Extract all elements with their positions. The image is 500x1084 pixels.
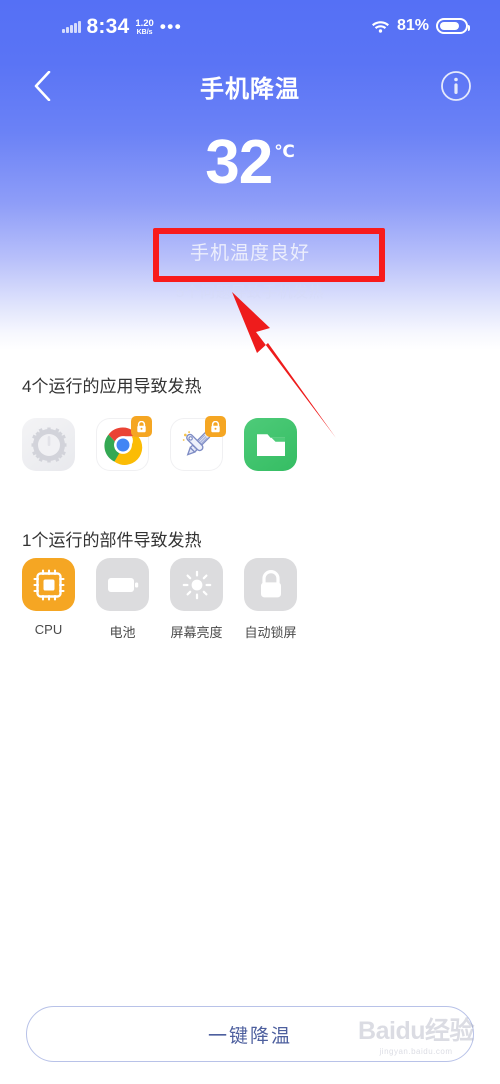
app-icon-file-manager[interactable] bbox=[244, 418, 297, 471]
one-key-cool-button[interactable]: 一键降温 bbox=[26, 1006, 474, 1062]
lock-icon bbox=[137, 420, 146, 432]
battery-percent-label: 81% bbox=[396, 17, 429, 34]
status-bar: 8:34 1.20 KB/s ••• 81% bbox=[0, 0, 500, 52]
info-button[interactable] bbox=[438, 68, 474, 104]
info-circle-icon bbox=[441, 71, 471, 101]
part-tile-cpu bbox=[22, 558, 75, 611]
lock-icon bbox=[260, 569, 281, 597]
part-label-auto-lock: 自动锁屏 bbox=[244, 625, 297, 640]
part-tile-auto-lock bbox=[244, 558, 297, 611]
part-label-brightness: 屏幕亮度 bbox=[170, 625, 223, 640]
app-icon-settings[interactable] bbox=[22, 418, 75, 471]
part-item-brightness[interactable]: 屏幕亮度 bbox=[170, 558, 223, 641]
folder-icon bbox=[256, 433, 285, 456]
brightness-sun-icon bbox=[182, 570, 211, 599]
part-label-cpu: CPU bbox=[34, 622, 63, 637]
cellular-signal-icon bbox=[62, 20, 81, 37]
phone-screen: 8:34 1.20 KB/s ••• 81% 手机降温 32 ℃ 手机温度良好 … bbox=[0, 0, 500, 1084]
lock-badge bbox=[205, 416, 226, 437]
part-tile-brightness bbox=[170, 558, 223, 611]
gear-icon bbox=[31, 427, 66, 462]
temperature-status-subtext: 5个问题导致手机发热 bbox=[175, 284, 325, 301]
temperature-display: 32 ℃ bbox=[0, 132, 500, 194]
navigation-bar: 手机降温 bbox=[0, 56, 500, 116]
parts-icon-row: CPU 电池 屏幕亮度 自动锁屏 bbox=[22, 558, 297, 641]
apps-section-title: 4个运行的应用导致发热 bbox=[22, 377, 202, 396]
wifi-icon bbox=[371, 19, 390, 33]
cpu-chip-icon bbox=[32, 568, 65, 601]
temperature-unit: ℃ bbox=[274, 142, 295, 161]
app-icon-chrome[interactable] bbox=[96, 416, 152, 471]
status-bar-left: 8:34 1.20 KB/s ••• bbox=[62, 16, 182, 37]
battery-icon bbox=[436, 18, 470, 34]
temperature-value: 32 bbox=[205, 128, 273, 197]
parts-section-title: 1个运行的部件导致发热 bbox=[22, 531, 202, 550]
part-tile-battery bbox=[96, 558, 149, 611]
temperature-status-text: 手机温度良好 bbox=[189, 243, 310, 264]
network-speed-indicator: 1.20 KB/s bbox=[135, 19, 154, 37]
battery-icon bbox=[107, 577, 138, 592]
status-bar-more-dots: ••• bbox=[159, 16, 183, 36]
app-icon-tools[interactable] bbox=[170, 416, 226, 471]
lock-badge bbox=[131, 416, 152, 437]
chevron-left-icon bbox=[34, 71, 50, 101]
page-title: 手机降温 bbox=[200, 75, 300, 103]
part-item-battery[interactable]: 电池 bbox=[96, 558, 149, 641]
status-bar-right: 81% bbox=[371, 17, 470, 35]
lock-icon bbox=[211, 420, 220, 432]
status-bar-clock: 8:34 bbox=[86, 14, 130, 38]
network-speed-value: 1.20 bbox=[135, 18, 154, 29]
part-item-auto-lock[interactable]: 自动锁屏 bbox=[244, 558, 297, 641]
network-speed-unit: KB/s bbox=[136, 28, 153, 36]
back-button[interactable] bbox=[12, 56, 72, 116]
part-label-battery: 电池 bbox=[109, 625, 136, 640]
part-item-cpu[interactable]: CPU bbox=[22, 558, 75, 641]
apps-icon-row bbox=[22, 416, 297, 471]
